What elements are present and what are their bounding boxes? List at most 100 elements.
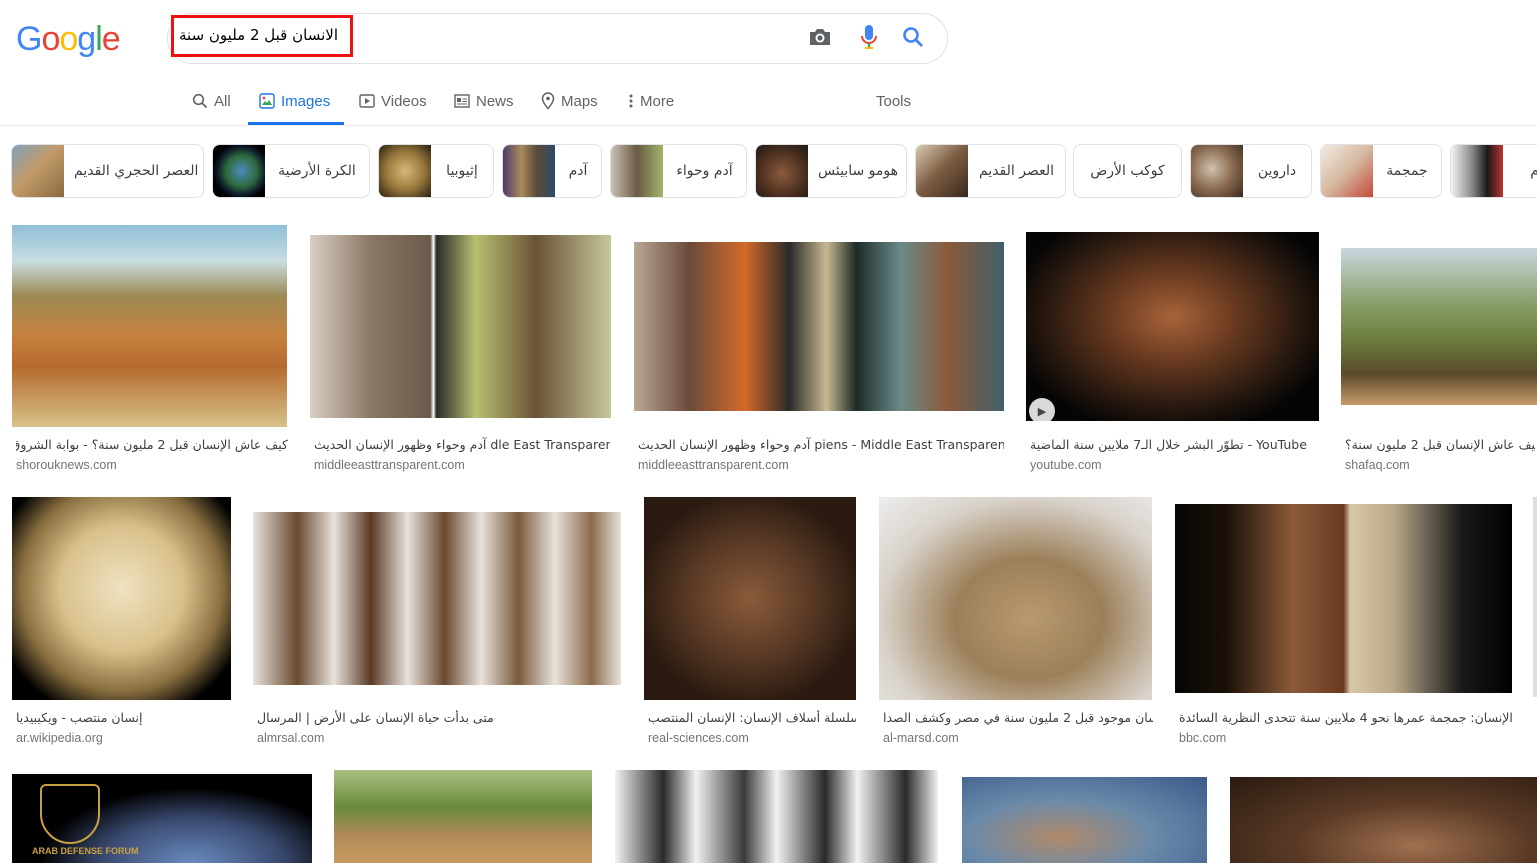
microphone-icon[interactable] — [855, 22, 883, 52]
tab-label: News — [476, 92, 514, 110]
image-result[interactable]: ▶ تطوّر البشر خلال الـ7 ملايين سنة الماض… — [1026, 225, 1320, 475]
camera-icon[interactable] — [806, 22, 834, 52]
result-image[interactable] — [634, 242, 1004, 411]
chip-label: هومو سابيئس — [818, 163, 898, 179]
result-title[interactable]: أصل الإنسان: جمجمة عمرها نحو 4 ملايين سن… — [1179, 710, 1513, 725]
play-icon[interactable]: ▶ — [1029, 398, 1055, 424]
tab-maps[interactable]: Maps — [541, 78, 598, 124]
search-icon[interactable] — [899, 22, 927, 52]
related-chip[interactable]: آدم — [502, 144, 602, 198]
image-result[interactable] — [615, 770, 939, 863]
result-source: real-sciences.com — [648, 731, 749, 745]
chip-thumbnail — [213, 145, 265, 197]
chip-thumbnail — [611, 145, 663, 197]
chip-label: كوكب الأرض — [1090, 163, 1165, 179]
result-image[interactable] — [253, 512, 621, 685]
tab-news[interactable]: News — [454, 78, 514, 124]
image-result[interactable]: إنسان منتصب - ويكيبيديا ar.wikipedia.org — [12, 497, 232, 749]
result-image[interactable] — [615, 770, 938, 863]
related-chip[interactable]: العصر الحجري القديم — [11, 144, 204, 198]
chip-thumbnail — [1451, 145, 1503, 197]
tab-images[interactable]: Images — [259, 78, 330, 124]
result-title[interactable]: كيف عاش الإنسان قبل 2 مليون سنة؟ - بوابة… — [16, 437, 288, 452]
result-image[interactable] — [1175, 504, 1512, 693]
result-image[interactable] — [334, 770, 592, 863]
google-logo[interactable]: Google — [16, 20, 121, 59]
image-icon — [259, 93, 275, 109]
result-source: shorouknews.com — [16, 458, 117, 472]
result-source: ar.wikipedia.org — [16, 731, 103, 745]
related-chip[interactable]: إثيوبيا — [378, 144, 494, 198]
result-source: middleeasttransparent.com — [638, 458, 789, 472]
result-image[interactable] — [644, 497, 856, 700]
image-result[interactable] — [1533, 497, 1537, 697]
header-divider — [0, 125, 1537, 126]
image-result[interactable]: ARAB DEFENSE FORUM — [12, 774, 313, 863]
image-result[interactable]: آدم وحواء وظهور الإنسان الحديث piens - M… — [634, 225, 1006, 475]
result-image[interactable] — [12, 497, 231, 700]
result-title[interactable]: تطوّر البشر خلال الـ7 ملايين سنة الماضية… — [1030, 437, 1320, 452]
result-image[interactable] — [879, 497, 1152, 700]
result-source: middleeasttransparent.com — [314, 458, 465, 472]
result-title[interactable]: آدم وحواء وظهور الإنسان الحديث piens - M… — [638, 437, 1004, 452]
watermark-text: ARAB DEFENSE FORUM — [32, 846, 139, 856]
image-result[interactable]: كيف عاش الإنسان قبل 2 مليون سنة؟ shafaq.… — [1341, 225, 1537, 475]
image-result[interactable] — [334, 770, 593, 863]
tab-label: Tools — [876, 92, 912, 110]
related-chip[interactable]: آدم وحواء — [610, 144, 747, 198]
result-image[interactable] — [1026, 232, 1319, 421]
search-tabs: All Images Videos News Maps More Tools — [0, 78, 1537, 126]
tab-all[interactable]: All — [192, 78, 231, 124]
chip-label: داروين — [1257, 163, 1297, 179]
result-title[interactable]: متى بدأت حياة الإنسان على الأرض | المرسا… — [257, 710, 621, 725]
result-source: youtube.com — [1030, 458, 1102, 472]
related-chip[interactable]: داروين — [1190, 144, 1312, 198]
image-result[interactable]: كيف عاش الإنسان قبل 2 مليون سنة؟ - بوابة… — [12, 225, 288, 475]
search-icon — [192, 93, 208, 109]
result-title[interactable]: كيف عاش الإنسان قبل 2 مليون سنة؟ — [1345, 437, 1535, 452]
result-image[interactable] — [1533, 497, 1537, 697]
tab-label: All — [214, 92, 231, 110]
result-image[interactable] — [1341, 248, 1537, 405]
related-chip[interactable]: الكرة الأرضية — [212, 144, 370, 198]
news-icon — [454, 94, 470, 108]
chip-thumbnail — [12, 145, 64, 197]
chip-thumbnail — [1321, 145, 1373, 197]
related-chip[interactable]: كوكب الأرض — [1073, 144, 1182, 198]
image-result[interactable]: سلسلة أسلاف الإنسان: الإنسان المنتصب – .… — [644, 497, 857, 749]
result-source: bbc.com — [1179, 731, 1227, 745]
image-result[interactable]: متى بدأت حياة الإنسان على الأرض | المرسا… — [253, 497, 622, 749]
chip-thumbnail — [916, 145, 968, 197]
result-image[interactable] — [310, 235, 611, 418]
result-title[interactable]: إنسان منتصب - ويكيبيديا — [16, 710, 231, 725]
image-result[interactable] — [1230, 777, 1537, 863]
search-input[interactable]: الانسان قبل 2 مليون سنة — [178, 26, 338, 50]
chip-label: العصر القديم — [978, 163, 1055, 179]
related-chip[interactable]: جمجمة — [1320, 144, 1442, 198]
image-result[interactable]: آدم وحواء وظهور الإنسان الحديث dle East … — [310, 225, 612, 475]
chip-thumbnail — [756, 145, 808, 197]
result-title[interactable]: آدم وحواء وظهور الإنسان الحديث dle East … — [314, 437, 610, 452]
related-chip[interactable]: هومو سابيئس — [755, 144, 907, 198]
chip-label: الكرة الأرضية — [278, 163, 356, 179]
chip-label: آدم — [568, 163, 588, 179]
result-title[interactable]: الإنسان موجود قبل 2 مليون سنة في مصر وكش… — [883, 710, 1153, 725]
tab-videos[interactable]: Videos — [359, 78, 427, 124]
image-result[interactable]: الإنسان موجود قبل 2 مليون سنة في مصر وكش… — [879, 497, 1153, 749]
result-image[interactable] — [12, 225, 287, 427]
chip-label: آدم وحواء — [676, 163, 733, 179]
image-result[interactable]: أصل الإنسان: جمجمة عمرها نحو 4 ملايين سن… — [1175, 497, 1513, 749]
related-chip[interactable]: العصر القديم — [915, 144, 1066, 198]
result-source: al-marsd.com — [883, 731, 959, 745]
chip-thumbnail — [1191, 145, 1243, 197]
image-result[interactable] — [962, 777, 1208, 863]
tools-button[interactable]: Tools — [876, 78, 911, 124]
tab-label: Maps — [561, 92, 598, 110]
result-image[interactable] — [962, 777, 1207, 863]
chip-thumbnail — [379, 145, 431, 197]
tab-label: Images — [281, 92, 331, 110]
result-title[interactable]: سلسلة أسلاف الإنسان: الإنسان المنتصب – .… — [648, 710, 856, 725]
tab-more[interactable]: More — [628, 78, 674, 124]
result-image[interactable] — [1230, 777, 1537, 863]
related-chip[interactable]: آدم — [1450, 144, 1537, 198]
